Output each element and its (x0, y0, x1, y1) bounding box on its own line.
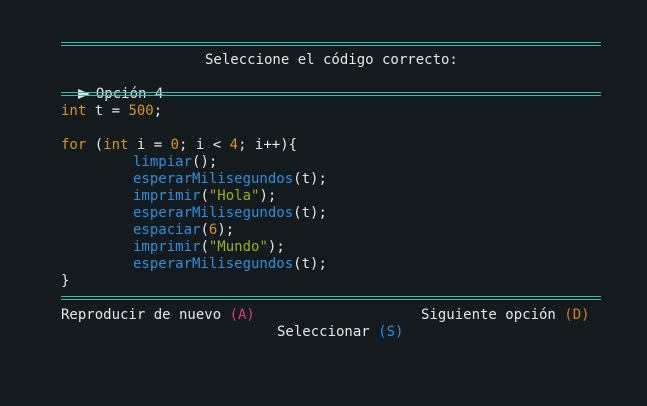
code-arg: t (301, 171, 311, 187)
code-text: i = (128, 137, 171, 153)
string-literal: "Hola" (208, 188, 260, 204)
number-literal: 0 (170, 137, 180, 153)
code-text: ); (267, 239, 285, 255)
select-label: Seleccionar (277, 324, 379, 340)
replay-key-hint: (A) (229, 307, 255, 323)
code-text: ); (310, 205, 327, 221)
code-line-body: limpiar(); (133, 154, 217, 171)
code-text: ( (293, 171, 302, 187)
code-text: ( (293, 256, 302, 272)
code-arg: t (301, 256, 311, 272)
code-text: ( (86, 137, 104, 153)
code-line-body: imprimir("Mundo"); (133, 239, 285, 256)
function-call: limpiar (133, 154, 193, 170)
footer-divider (61, 296, 601, 300)
code-text: ); (310, 256, 327, 272)
code-line-body: esperarMilisegundos(t); (133, 171, 327, 188)
number-literal: 500 (128, 103, 154, 119)
code-line-body: imprimir("Hola"); (133, 188, 276, 205)
code-text: ; i < (179, 137, 230, 153)
function-call: esperarMilisegundos (133, 171, 294, 187)
code-text: ( (200, 188, 209, 204)
header-divider (61, 92, 601, 96)
keyword-int: int (61, 103, 87, 119)
next-label: Siguiente opción (421, 307, 565, 323)
replay-label: Reproducir de nuevo (61, 307, 230, 323)
top-divider (61, 42, 601, 46)
code-text: ( (200, 239, 209, 255)
code-line-declaration: int t = 500; (61, 103, 162, 120)
function-call: espaciar (133, 222, 201, 238)
number-literal: 4 (229, 137, 239, 153)
select-button[interactable]: Seleccionar (S) (277, 324, 403, 341)
page-title: Seleccione el código correcto: (205, 52, 458, 68)
replay-button[interactable]: Reproducir de nuevo (A) (61, 307, 255, 324)
code-text: ; i++){ (238, 137, 298, 153)
code-line-for: for (int i = 0; i < 4; i++){ (61, 137, 297, 154)
code-line-closing: } (61, 273, 70, 289)
function-call: esperarMilisegundos (133, 256, 294, 272)
function-call: imprimir (133, 239, 201, 255)
code-text: ); (217, 222, 235, 238)
code-text: ); (310, 171, 327, 187)
code-text: ); (259, 188, 277, 204)
next-key-hint: (D) (564, 307, 590, 323)
function-call: esperarMilisegundos (133, 205, 294, 221)
function-call: imprimir (133, 188, 201, 204)
keyword-int: int (103, 137, 129, 153)
keyword-for: for (61, 137, 87, 153)
code-text: ( (293, 205, 302, 221)
code-text: t = (86, 103, 129, 119)
code-line-body: esperarMilisegundos(t); (133, 205, 327, 222)
code-text: ; (153, 103, 163, 119)
code-text: ); (200, 154, 218, 170)
code-line-body: espaciar(6); (133, 222, 234, 239)
string-literal: "Mundo" (208, 239, 268, 255)
code-arg: t (301, 205, 311, 221)
code-line-body: esperarMilisegundos(t); (133, 256, 327, 273)
current-option: Opción 4 (61, 69, 163, 103)
next-option-button[interactable]: Siguiente opción (D) (421, 307, 590, 324)
code-text: ( (200, 222, 209, 238)
select-key-hint: (S) (378, 324, 404, 340)
